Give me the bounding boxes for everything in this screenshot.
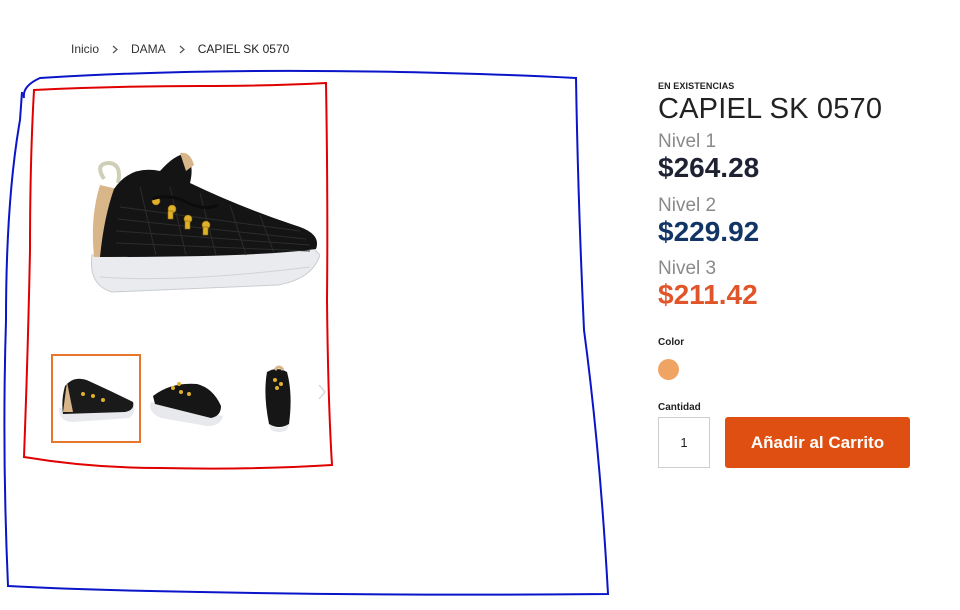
chevron-right-icon[interactable]	[317, 382, 327, 402]
product-main-image[interactable]	[60, 107, 321, 327]
stock-status: EN EXISTENCIAS	[658, 81, 735, 91]
price-tier-price: $211.42	[658, 279, 758, 310]
breadcrumb: Inicio DAMA CAPIEL SK 0570	[71, 42, 289, 56]
thumbnail-strip	[51, 354, 326, 444]
color-label: Color	[658, 337, 685, 348]
thumbnail-1[interactable]	[51, 354, 141, 443]
price-tier: Nivel 3 $211.42	[658, 258, 938, 310]
add-to-cart-button[interactable]: Añadir al Carrito	[725, 417, 910, 468]
chevron-right-icon	[110, 42, 120, 56]
price-tier-name: Nivel 1	[658, 131, 717, 152]
chevron-right-icon	[177, 42, 187, 56]
add-to-cart-row: Añadir al Carrito	[658, 417, 938, 468]
price-tier-price: $229.92	[658, 216, 760, 247]
price-tier: Nivel 2 $229.92	[658, 195, 938, 247]
thumbnail-2[interactable]	[141, 354, 231, 443]
price-tier: Nivel 1 $264.28	[658, 131, 938, 183]
product-info: EN EXISTENCIAS CAPIEL SK 0570 Nivel 1 $2…	[658, 78, 938, 468]
breadcrumb-current: CAPIEL SK 0570	[197, 42, 290, 56]
quantity-label: Cantidad	[658, 402, 701, 413]
price-tier-name: Nivel 2	[658, 195, 717, 216]
price-tier-price: $264.28	[658, 152, 760, 183]
color-swatch[interactable]	[658, 359, 679, 380]
thumbnail-3[interactable]	[231, 354, 321, 443]
product-title: CAPIEL SK 0570	[658, 93, 883, 125]
product-gallery	[40, 95, 326, 455]
price-tier-name: Nivel 3	[658, 258, 717, 279]
breadcrumb-home[interactable]: Inicio	[71, 42, 99, 56]
breadcrumb-category[interactable]: DAMA	[131, 42, 166, 56]
quantity-input[interactable]	[658, 417, 710, 468]
